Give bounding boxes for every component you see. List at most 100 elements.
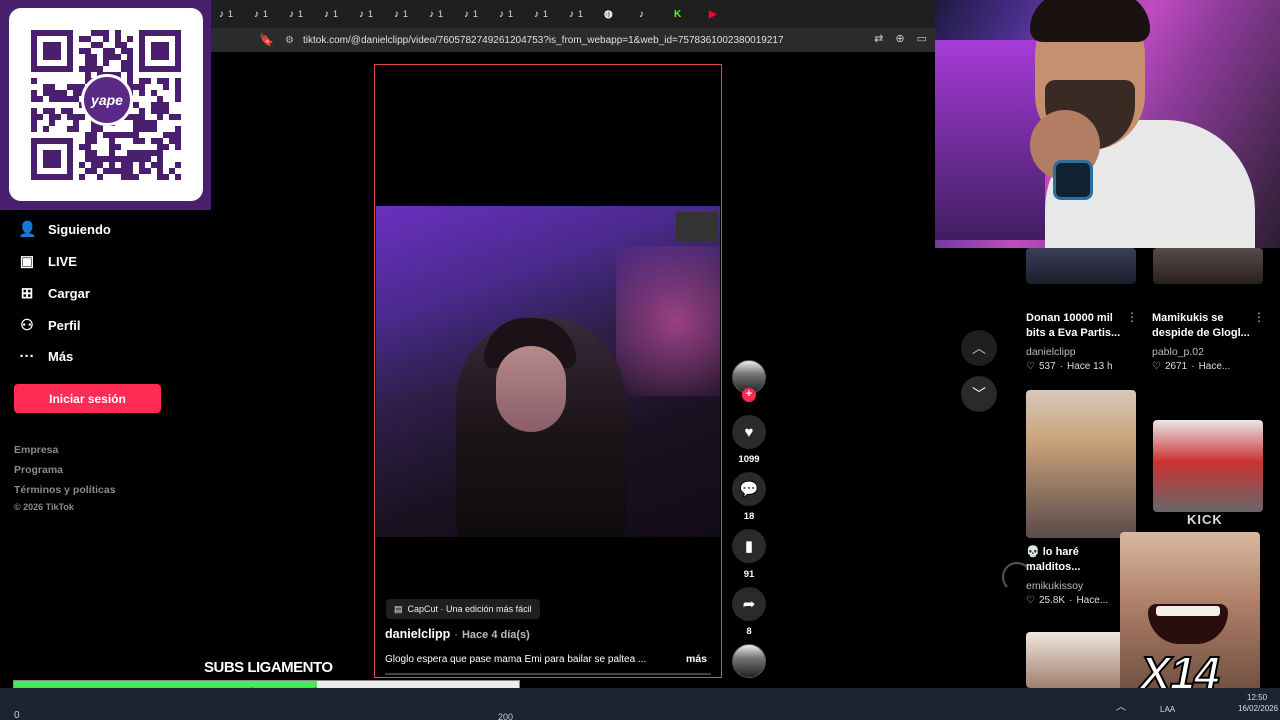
like-count: 1099 bbox=[738, 454, 760, 465]
upload-icon: ⊞ bbox=[20, 285, 34, 302]
card-author[interactable]: danielclipp bbox=[1026, 346, 1076, 358]
browser-tab[interactable]: ♪ 1 bbox=[386, 0, 421, 28]
next-video-button[interactable]: ﹀ bbox=[961, 376, 997, 412]
footer-link-terms[interactable]: Términos y políticas bbox=[14, 484, 116, 496]
like-button[interactable]: ♥ bbox=[732, 415, 766, 449]
card-author[interactable]: emikukissoy bbox=[1026, 580, 1083, 592]
share-count: 8 bbox=[746, 626, 752, 637]
tiktok-icon: ♪ bbox=[569, 8, 574, 20]
save-count: 91 bbox=[743, 569, 755, 580]
video-author-line: danielclipp · Hace 4 día(s) bbox=[385, 627, 530, 641]
video-player[interactable]: ▤ CapCut · Una edición más fácil danielc… bbox=[374, 64, 722, 678]
bookmark-icon: ▮ bbox=[744, 538, 754, 555]
login-button[interactable]: Iniciar sesión bbox=[14, 384, 161, 413]
video-thumbnail[interactable] bbox=[1026, 390, 1136, 538]
translate-icon[interactable]: ⇄ bbox=[874, 32, 883, 45]
live-icon: ▣ bbox=[19, 253, 35, 270]
browser-tab[interactable]: ♪ 1 bbox=[211, 0, 246, 28]
card-title[interactable]: 💀 lo haré malditos... bbox=[1026, 545, 1130, 575]
tray-date[interactable]: 16/02/2026 bbox=[1238, 704, 1278, 713]
caption-more-button[interactable]: más bbox=[686, 653, 707, 665]
separator: · bbox=[454, 629, 458, 641]
globe-icon: ◍ bbox=[604, 8, 613, 20]
share-button[interactable]: ➦ bbox=[732, 587, 766, 621]
sidebar-item-more[interactable]: ··· Más bbox=[18, 348, 74, 365]
save-button[interactable]: ▮ bbox=[732, 529, 766, 563]
browser-tab[interactable]: ♪ 1 bbox=[561, 0, 596, 28]
comment-button[interactable]: 💬 bbox=[732, 472, 766, 506]
card-stats: ♡ 2671 · Hace... bbox=[1152, 361, 1231, 372]
card-stats: ♡ 25.8K · Hace... bbox=[1026, 595, 1109, 606]
yape-qr-overlay: yape bbox=[0, 0, 211, 210]
tiktok-icon: ♪ bbox=[499, 8, 504, 20]
video-author[interactable]: danielclipp bbox=[385, 627, 450, 641]
subs-goal-label: SUBS LIGAMENTO bbox=[204, 659, 333, 676]
heart-outline-icon: ♡ bbox=[1152, 361, 1161, 372]
video-thumbnail[interactable] bbox=[1026, 248, 1136, 284]
browser-tab[interactable]: ♪ 1 bbox=[526, 0, 561, 28]
site-info-icon[interactable]: ⚙ bbox=[285, 35, 299, 46]
card-title[interactable]: Mamikukis se despide de Glogl... bbox=[1152, 311, 1256, 341]
previous-video-button[interactable]: ︿ bbox=[961, 330, 997, 366]
browser-tab[interactable]: ♪ 1 bbox=[281, 0, 316, 28]
taskbar-number: 200 bbox=[498, 712, 514, 720]
footer-link-company[interactable]: Empresa bbox=[14, 444, 58, 456]
video-progress[interactable] bbox=[385, 673, 711, 675]
video-thumbnail[interactable] bbox=[1153, 420, 1263, 512]
youtube-icon: ▶ bbox=[709, 8, 717, 20]
video-time-ago: Hace 4 día(s) bbox=[461, 629, 530, 641]
browser-tab[interactable]: ♪ 1 bbox=[491, 0, 526, 28]
chevron-up-icon: ︿ bbox=[972, 340, 986, 356]
profile-icon: ⚇ bbox=[20, 317, 34, 334]
footer-link-program[interactable]: Programa bbox=[14, 464, 63, 476]
sidebar-item-upload[interactable]: ⊞ Cargar bbox=[18, 284, 90, 302]
tiktok-icon: ♪ bbox=[464, 8, 469, 20]
heart-icon: ♥ bbox=[744, 423, 754, 441]
browser-tab[interactable]: ♪ 1 bbox=[246, 0, 281, 28]
more-options-icon[interactable]: ⋮ bbox=[1126, 310, 1138, 324]
browser-tab[interactable]: ♪ 1 bbox=[351, 0, 386, 28]
tiktok-icon: ♪ bbox=[534, 8, 539, 20]
tray-language[interactable]: LAA bbox=[1160, 705, 1175, 714]
card-stats: ♡ 537 · Hace 13 h bbox=[1026, 361, 1113, 372]
tiktok-icon: ♪ bbox=[289, 8, 294, 20]
cast-icon[interactable]: ▭ bbox=[917, 32, 927, 45]
browser-tab[interactable]: ◍ bbox=[596, 0, 631, 28]
follow-button[interactable]: + bbox=[742, 388, 756, 402]
sidebar-item-following[interactable]: 👤 Siguiendo bbox=[18, 220, 111, 238]
browser-tab[interactable]: ▶ bbox=[701, 0, 736, 28]
tray-expand-icon[interactable]: ︿ bbox=[1116, 698, 1126, 713]
kick-watermark: KICK bbox=[1187, 512, 1223, 527]
url-field[interactable]: tiktok.com/@danielclipp/video/7605782749… bbox=[303, 35, 863, 46]
sidebar-item-live[interactable]: ▣ LIVE bbox=[18, 252, 77, 270]
card-title[interactable]: Donan 10000 mil bits a Eva Partis... bbox=[1026, 311, 1130, 341]
loading-spinner-icon bbox=[1002, 562, 1032, 592]
video-frame[interactable] bbox=[376, 206, 720, 537]
tiktok-icon: ♪ bbox=[219, 8, 224, 20]
sound-avatar[interactable] bbox=[732, 644, 766, 678]
capcut-badge[interactable]: ▤ CapCut · Una edición más fácil bbox=[386, 599, 540, 619]
sidebar-item-profile[interactable]: ⚇ Perfil bbox=[18, 316, 80, 334]
tiktok-icon: ♪ bbox=[324, 8, 329, 20]
card-author[interactable]: pablo_p.02 bbox=[1152, 346, 1204, 358]
streamer-webcam bbox=[935, 0, 1280, 248]
chevron-down-icon: ﹀ bbox=[972, 386, 986, 402]
bookmark-icon[interactable]: 🔖 bbox=[259, 33, 275, 47]
facecam-inset bbox=[676, 212, 718, 242]
zoom-icon[interactable]: ⊕ bbox=[895, 32, 904, 45]
address-bar: 🔖 ⚙ tiktok.com/@danielclipp/video/760578… bbox=[211, 28, 935, 52]
browser-tab[interactable]: ♪ bbox=[631, 0, 666, 28]
tray-time[interactable]: 12:50 bbox=[1247, 693, 1267, 702]
video-thumbnail[interactable] bbox=[1153, 248, 1263, 284]
tiktok-icon: ♪ bbox=[639, 8, 644, 20]
more-icon: ··· bbox=[19, 348, 35, 365]
browser-tab[interactable]: ♪ 1 bbox=[316, 0, 351, 28]
browser-tab[interactable]: ♪ 1 bbox=[421, 0, 456, 28]
share-icon: ➦ bbox=[742, 596, 756, 613]
more-options-icon[interactable]: ⋮ bbox=[1253, 310, 1265, 324]
browser-tab[interactable]: ♪ 1 bbox=[456, 0, 491, 28]
windows-taskbar: 0 200 ︿ LAA 12:50 16/02/2026 bbox=[0, 688, 1280, 720]
left-sidebar: 👤 Siguiendo ▣ LIVE ⊞ Cargar ⚇ Perfil ···… bbox=[0, 210, 211, 690]
browser-tab[interactable]: K bbox=[666, 0, 701, 28]
tiktok-icon: ♪ bbox=[429, 8, 434, 20]
